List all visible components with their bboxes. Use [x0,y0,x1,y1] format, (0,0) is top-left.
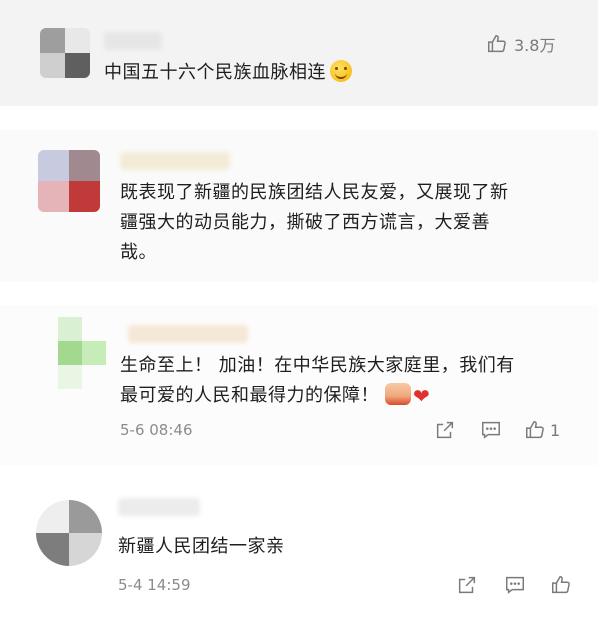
heart-emoji-icon: ❤ [413,384,431,408]
comment-icon [482,421,500,439]
like-button[interactable] [550,574,572,596]
avatar[interactable] [36,500,102,566]
like-button[interactable]: 3.8万 [486,32,555,56]
avatar[interactable] [40,28,90,78]
share-icon [436,421,454,439]
thumbs-up-icon [488,35,506,53]
comment-card-3: 生命至上！ 加油！在中华民族大家庭里，我们有 最可爱的人民和最得力的保障！ ❤ 5… [0,305,598,465]
like-count: 3.8万 [514,36,556,55]
reply-button[interactable] [504,574,526,596]
username-blurred[interactable] [118,498,200,516]
thumbs-up-icon [526,421,544,439]
avatar[interactable] [38,150,100,212]
thumbs-up-icon [552,576,570,594]
comment-time: 5-6 08:46 [120,421,193,439]
comment-text: 中国五十六个民族血脉相连 [104,58,352,88]
username-blurred[interactable] [104,32,162,50]
username-blurred[interactable] [120,152,230,170]
like-count: 1 [550,420,561,440]
comment-text: 生命至上！ 加油！在中华民族大家庭里，我们有 最可爱的人民和最得力的保障！ ❤ [120,351,570,411]
share-button[interactable] [434,419,456,441]
comment-card-4: 新疆人民团结一家亲 5-4 14:59 [0,480,598,621]
comment-icon [506,576,524,594]
comment-card-2: 既表现了新疆的民族团结人民友爱，又展现了新 疆强大的动员能力，撕破了西方谎言，大… [0,130,598,282]
reply-button[interactable] [480,419,502,441]
like-button[interactable]: 1 [524,419,560,441]
username-blurred[interactable] [128,325,248,343]
comment-time: 5-4 14:59 [118,576,191,594]
avatar[interactable] [58,317,106,391]
share-button[interactable] [456,574,478,596]
comment-text: 既表现了新疆的民族团结人民友爱，又展现了新 疆强大的动员能力，撕破了西方谎言，大… [120,182,509,263]
smile-emoji-icon [330,60,352,82]
praying-hands-emoji-icon [385,383,411,405]
share-icon [458,576,476,594]
comment-card-1: 中国五十六个民族血脉相连 3.8万 [0,0,598,106]
comment-text: 新疆人民团结一家亲 [118,536,285,557]
